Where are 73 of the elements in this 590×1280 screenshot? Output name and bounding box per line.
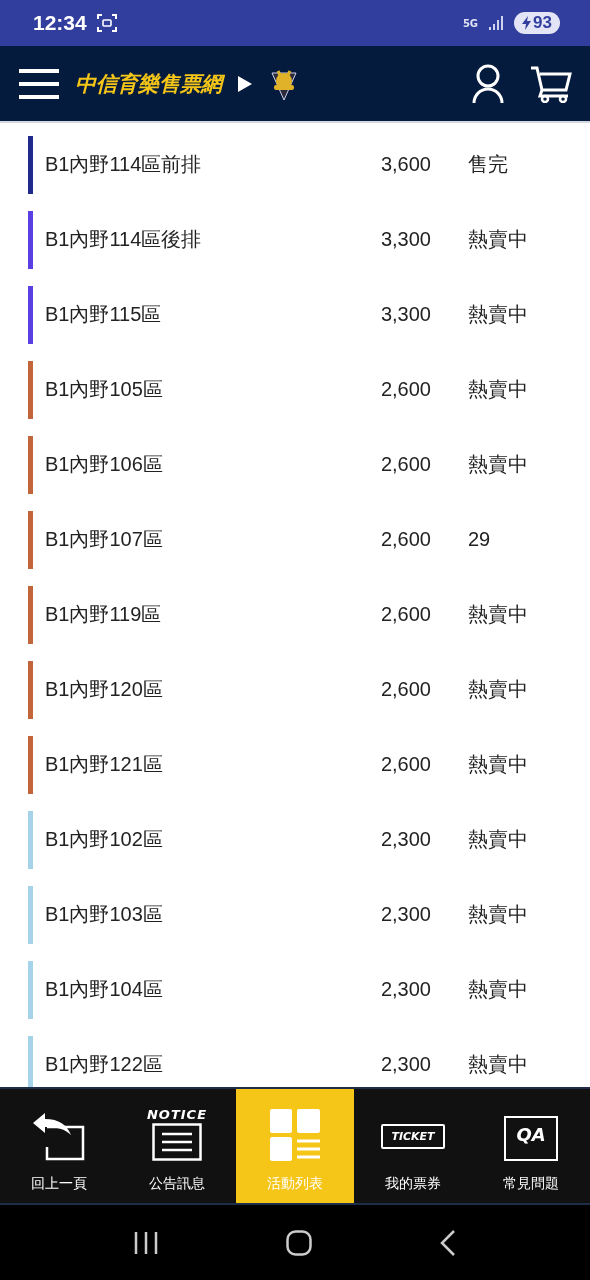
seat-row[interactable]: B1內野120區 2,600 熱賣中	[0, 652, 590, 727]
sale-status: 熱賣中	[468, 602, 528, 627]
menu-icon[interactable]	[19, 67, 59, 100]
notice-text: NOTICE	[146, 1108, 208, 1121]
sale-status: 售完	[468, 152, 508, 177]
price: 2,600	[379, 378, 431, 401]
battery-indicator: 93	[514, 12, 560, 34]
notice-board-icon	[152, 1123, 202, 1161]
clock: 12:34	[33, 11, 87, 35]
price: 3,600	[379, 153, 431, 176]
seat-section: B1內野105區	[45, 376, 345, 403]
price: 2,300	[379, 1053, 431, 1076]
seat-row[interactable]: B1內野114區前排 3,600 售完	[0, 127, 590, 202]
seat-section: B1內野114區前排	[45, 151, 345, 178]
seat-section: B1內野115區	[45, 301, 345, 328]
seat-row[interactable]: B1內野121區 2,600 熱賣中	[0, 727, 590, 802]
seat-row[interactable]: B1內野115區 3,300 熱賣中	[0, 277, 590, 352]
seat-section: B1內野107區	[45, 526, 345, 553]
sale-status: 熱賣中	[468, 827, 528, 852]
nav-tab[interactable]: NOTICE 公告訊息	[118, 1089, 236, 1203]
sale-status: 熱賣中	[468, 302, 528, 327]
nav-tab[interactable]: TICKET 我的票券	[354, 1089, 472, 1203]
price: 2,300	[379, 903, 431, 926]
network-type: 5G	[462, 17, 479, 29]
seat-row[interactable]: B1內野104區 2,300 熱賣中	[0, 952, 590, 1027]
home-icon[interactable]	[286, 1229, 312, 1256]
cart-icon[interactable]	[530, 64, 572, 103]
seat-row[interactable]: B1內野119區 2,600 熱賣中	[0, 577, 590, 652]
price: 2,600	[379, 453, 431, 476]
user-icon[interactable]	[472, 63, 504, 104]
sale-status: 熱賣中	[468, 227, 528, 252]
seat-section: B1內野119區	[45, 601, 345, 628]
recent-apps-icon[interactable]	[134, 1231, 158, 1254]
sale-status: 熱賣中	[468, 1052, 528, 1077]
nav-tab[interactable]: 回上一頁	[0, 1089, 118, 1203]
price: 2,300	[379, 978, 431, 1001]
price: 2,600	[379, 678, 431, 701]
price: 2,600	[379, 528, 431, 551]
sale-status: 熱賣中	[468, 677, 528, 702]
seat-section: B1內野102區	[45, 826, 345, 853]
seat-section: B1內野122區	[45, 1051, 345, 1078]
seat-row[interactable]: B1內野103區 2,300 熱賣中	[0, 877, 590, 952]
price: 2,600	[379, 753, 431, 776]
seat-row[interactable]: B1內野107區 2,600 29	[0, 502, 590, 577]
sale-status: 熱賣中	[468, 377, 528, 402]
seat-section: B1內野104區	[45, 976, 345, 1003]
seat-section: B1內野106區	[45, 451, 345, 478]
nav-tab[interactable]: QA 常見問題	[472, 1089, 590, 1203]
seat-row[interactable]: B1內野105區 2,600 熱賣中	[0, 352, 590, 427]
sale-status: 熱賣中	[468, 977, 528, 1002]
price: 3,300	[379, 303, 431, 326]
seat-row[interactable]: B1內野106區 2,600 熱賣中	[0, 427, 590, 502]
seat-section: B1內野103區	[45, 901, 345, 928]
seat-section: B1內野121區	[45, 751, 345, 778]
seat-row[interactable]: B1內野114區後排 3,300 熱賣中	[0, 202, 590, 277]
speech-bubble-icon: QA	[504, 1116, 558, 1161]
sale-status: 熱賣中	[468, 752, 528, 777]
sale-status: 熱賣中	[468, 902, 528, 927]
seat-row[interactable]: B1內野102區 2,300 熱賣中	[0, 802, 590, 877]
price: 3,300	[379, 228, 431, 251]
back-icon	[31, 1113, 87, 1161]
ticket-icon: TICKET	[381, 1124, 445, 1149]
seat-row[interactable]: B1內野122區 2,300 熱賣中	[0, 1027, 590, 1087]
signal-icon	[488, 15, 505, 31]
price: 2,600	[379, 603, 431, 626]
sale-status: 29	[468, 528, 491, 551]
play-icon	[238, 75, 252, 92]
screenshot-icon	[96, 14, 117, 32]
grid-list-icon	[270, 1109, 320, 1161]
seat-section: B1內野114區後排	[45, 226, 345, 253]
seat-section: B1內野120區	[45, 676, 345, 703]
price: 2,300	[379, 828, 431, 851]
sale-status: 熱賣中	[468, 452, 528, 477]
